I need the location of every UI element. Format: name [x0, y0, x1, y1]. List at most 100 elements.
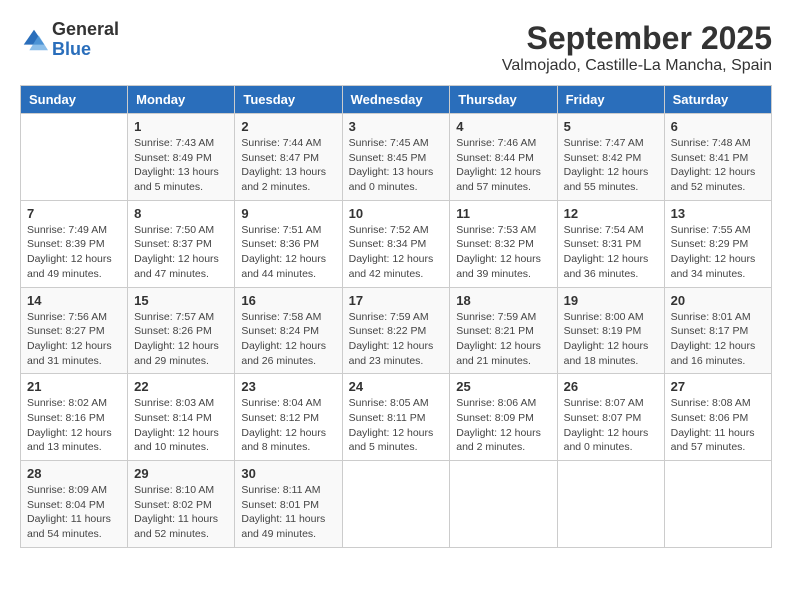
calendar-cell: 4Sunrise: 7:46 AMSunset: 8:44 PMDaylight… [450, 114, 557, 201]
day-number: 9 [241, 206, 335, 221]
day-info: Sunrise: 8:01 AMSunset: 8:17 PMDaylight:… [671, 310, 765, 369]
calendar-week-5: 28 Sunrise: 8:09 AMSunset: 8:04 PMDayligh… [21, 461, 772, 548]
day-number: 27 [671, 379, 765, 394]
calendar-cell: 13 Sunrise: 7:55 AMSunset: 8:29 PMDayligh… [664, 200, 771, 287]
calendar-cell: 12Sunrise: 7:54 AMSunset: 8:31 PMDayligh… [557, 200, 664, 287]
day-info: Sunrise: 7:52 AMSunset: 8:34 PMDaylight:… [349, 223, 444, 282]
calendar-cell: 22 Sunrise: 8:03 AMSunset: 8:14 PMDayligh… [128, 374, 235, 461]
day-info: Sunrise: 8:05 AMSunset: 8:11 PMDaylight:… [349, 396, 444, 455]
day-number: 13 [671, 206, 765, 221]
calendar-cell [664, 461, 771, 548]
calendar-cell: 15 Sunrise: 7:57 AMSunset: 8:26 PMDayligh… [128, 287, 235, 374]
calendar-cell: 9 Sunrise: 7:51 AMSunset: 8:36 PMDaylight… [235, 200, 342, 287]
day-info: Sunrise: 7:55 AMSunset: 8:29 PMDaylight:… [671, 223, 765, 282]
calendar-cell: 24 Sunrise: 8:05 AMSunset: 8:11 PMDayligh… [342, 374, 450, 461]
day-number: 18 [456, 293, 550, 308]
day-info: Sunrise: 8:02 AMSunset: 8:16 PMDaylight:… [27, 396, 121, 455]
day-number: 5 [564, 119, 658, 134]
day-number: 15 [134, 293, 228, 308]
day-info: Sunrise: 7:43 AMSunset: 8:49 PMDaylight:… [134, 136, 228, 195]
day-number: 28 [27, 466, 121, 481]
calendar-week-1: 1Sunrise: 7:43 AMSunset: 8:49 PMDaylight… [21, 114, 772, 201]
day-number: 6 [671, 119, 765, 134]
day-number: 4 [456, 119, 550, 134]
calendar-cell: 20 Sunrise: 8:01 AMSunset: 8:17 PMDayligh… [664, 287, 771, 374]
day-info: Sunrise: 7:57 AMSunset: 8:26 PMDaylight:… [134, 310, 228, 369]
day-number: 19 [564, 293, 658, 308]
calendar-cell [21, 114, 128, 201]
day-info: Sunrise: 7:45 AMSunset: 8:45 PMDaylight:… [349, 136, 444, 195]
calendar-cell: 1Sunrise: 7:43 AMSunset: 8:49 PMDaylight… [128, 114, 235, 201]
calendar-cell: 10Sunrise: 7:52 AMSunset: 8:34 PMDayligh… [342, 200, 450, 287]
day-number: 25 [456, 379, 550, 394]
calendar-week-3: 14 Sunrise: 7:56 AMSunset: 8:27 PMDayligh… [21, 287, 772, 374]
day-number: 8 [134, 206, 228, 221]
day-number: 26 [564, 379, 658, 394]
day-number: 29 [134, 466, 228, 481]
day-info: Sunrise: 7:58 AMSunset: 8:24 PMDaylight:… [241, 310, 335, 369]
calendar-cell: 16Sunrise: 7:58 AMSunset: 8:24 PMDayligh… [235, 287, 342, 374]
day-info: Sunrise: 7:56 AMSunset: 8:27 PMDaylight:… [27, 310, 121, 369]
calendar-cell: 7Sunrise: 7:49 AMSunset: 8:39 PMDaylight… [21, 200, 128, 287]
day-number: 12 [564, 206, 658, 221]
calendar-cell: 27 Sunrise: 8:08 AMSunset: 8:06 PMDayligh… [664, 374, 771, 461]
logo-blue-text: Blue [52, 39, 91, 59]
calendar-cell: 17 Sunrise: 7:59 AMSunset: 8:22 PMDayligh… [342, 287, 450, 374]
day-number: 2 [241, 119, 335, 134]
calendar-cell: 5 Sunrise: 7:47 AMSunset: 8:42 PMDaylight… [557, 114, 664, 201]
calendar-cell: 2 Sunrise: 7:44 AMSunset: 8:47 PMDaylight… [235, 114, 342, 201]
calendar-header-row: SundayMondayTuesdayWednesdayThursdayFrid… [21, 86, 772, 114]
calendar-cell [557, 461, 664, 548]
calendar-cell: 21 Sunrise: 8:02 AMSunset: 8:16 PMDayligh… [21, 374, 128, 461]
calendar-cell: 6 Sunrise: 7:48 AMSunset: 8:41 PMDaylight… [664, 114, 771, 201]
day-info: Sunrise: 8:10 AMSunset: 8:02 PMDaylight:… [134, 483, 228, 542]
day-number: 3 [349, 119, 444, 134]
day-number: 17 [349, 293, 444, 308]
calendar-header-monday: Monday [128, 86, 235, 114]
day-number: 24 [349, 379, 444, 394]
calendar-cell: 30 Sunrise: 8:11 AMSunset: 8:01 PMDayligh… [235, 461, 342, 548]
day-info: Sunrise: 8:11 AMSunset: 8:01 PMDaylight:… [241, 483, 335, 542]
calendar-header-tuesday: Tuesday [235, 86, 342, 114]
day-info: Sunrise: 8:08 AMSunset: 8:06 PMDaylight:… [671, 396, 765, 455]
day-info: Sunrise: 8:09 AMSunset: 8:04 PMDaylight:… [27, 483, 121, 542]
calendar-cell: 23Sunrise: 8:04 AMSunset: 8:12 PMDayligh… [235, 374, 342, 461]
calendar-cell [450, 461, 557, 548]
calendar-cell: 25 Sunrise: 8:06 AMSunset: 8:09 PMDayligh… [450, 374, 557, 461]
calendar-header-thursday: Thursday [450, 86, 557, 114]
calendar-header-saturday: Saturday [664, 86, 771, 114]
logo-icon [20, 26, 48, 54]
day-info: Sunrise: 7:47 AMSunset: 8:42 PMDaylight:… [564, 136, 658, 195]
calendar-week-2: 7Sunrise: 7:49 AMSunset: 8:39 PMDaylight… [21, 200, 772, 287]
day-info: Sunrise: 8:06 AMSunset: 8:09 PMDaylight:… [456, 396, 550, 455]
logo: General Blue [20, 20, 119, 60]
location-title: Valmojado, Castille-La Mancha, Spain [502, 57, 772, 75]
calendar-cell: 28 Sunrise: 8:09 AMSunset: 8:04 PMDayligh… [21, 461, 128, 548]
calendar-week-4: 21 Sunrise: 8:02 AMSunset: 8:16 PMDayligh… [21, 374, 772, 461]
day-info: Sunrise: 7:59 AMSunset: 8:21 PMDaylight:… [456, 310, 550, 369]
day-number: 21 [27, 379, 121, 394]
day-info: Sunrise: 7:50 AMSunset: 8:37 PMDaylight:… [134, 223, 228, 282]
calendar-header-friday: Friday [557, 86, 664, 114]
day-info: Sunrise: 7:48 AMSunset: 8:41 PMDaylight:… [671, 136, 765, 195]
day-info: Sunrise: 7:59 AMSunset: 8:22 PMDaylight:… [349, 310, 444, 369]
day-info: Sunrise: 7:53 AMSunset: 8:32 PMDaylight:… [456, 223, 550, 282]
day-info: Sunrise: 7:49 AMSunset: 8:39 PMDaylight:… [27, 223, 121, 282]
month-title: September 2025 [502, 20, 772, 57]
calendar-cell: 8 Sunrise: 7:50 AMSunset: 8:37 PMDaylight… [128, 200, 235, 287]
title-block: September 2025 Valmojado, Castille-La Ma… [502, 20, 772, 75]
day-info: Sunrise: 8:07 AMSunset: 8:07 PMDaylight:… [564, 396, 658, 455]
day-number: 14 [27, 293, 121, 308]
day-number: 22 [134, 379, 228, 394]
day-number: 30 [241, 466, 335, 481]
day-number: 20 [671, 293, 765, 308]
day-info: Sunrise: 8:03 AMSunset: 8:14 PMDaylight:… [134, 396, 228, 455]
day-info: Sunrise: 7:44 AMSunset: 8:47 PMDaylight:… [241, 136, 335, 195]
calendar-cell [342, 461, 450, 548]
day-info: Sunrise: 7:51 AMSunset: 8:36 PMDaylight:… [241, 223, 335, 282]
calendar-header-sunday: Sunday [21, 86, 128, 114]
day-info: Sunrise: 8:00 AMSunset: 8:19 PMDaylight:… [564, 310, 658, 369]
calendar-cell: 14 Sunrise: 7:56 AMSunset: 8:27 PMDayligh… [21, 287, 128, 374]
calendar-cell: 3 Sunrise: 7:45 AMSunset: 8:45 PMDaylight… [342, 114, 450, 201]
day-number: 23 [241, 379, 335, 394]
